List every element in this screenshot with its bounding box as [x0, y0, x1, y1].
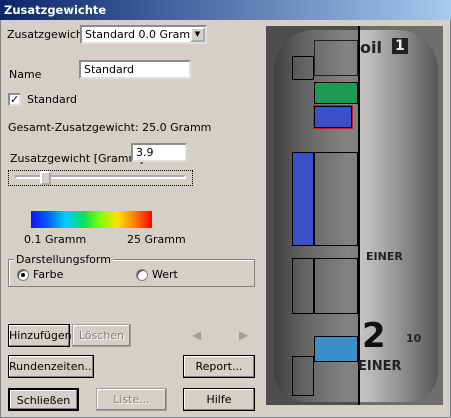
list-button[interactable]: Liste... [96, 388, 167, 411]
livery-text-top: oil [360, 38, 382, 57]
color-scale-min-label: 0.1 Gramm [24, 233, 87, 246]
preset-label: Zusatzgewicht [7, 28, 88, 41]
weight-zone-mid[interactable] [314, 152, 358, 246]
window-title: Zusatzgewichte [0, 0, 451, 20]
name-label: Name [9, 68, 42, 81]
weight-label: Zusatzgewicht [Gramm] [10, 152, 144, 165]
help-button[interactable]: Hilfe [183, 388, 255, 411]
livery-text-bottom: EINER [358, 359, 402, 374]
car-preview: oil 1 EINER 2 10 EINER [266, 26, 443, 405]
next-arrow-icon[interactable]: ▶ [239, 328, 248, 342]
weight-zone-rear[interactable] [314, 258, 358, 314]
weight-zone-blue-left[interactable] [292, 152, 314, 246]
color-scale-max-label: 25 Gramm [127, 233, 186, 246]
report-button[interactable]: Report... [183, 355, 255, 378]
preset-combobox[interactable]: Standard 0.0 Gramm ▼ [80, 25, 207, 44]
chevron-down-icon[interactable]: ▼ [190, 27, 205, 42]
close-button[interactable]: Schließen [8, 388, 79, 411]
add-button[interactable]: Hinzufügen [8, 324, 72, 347]
weight-input[interactable]: 3.9 [131, 143, 187, 162]
lap-times-button[interactable]: Rundenzeiten... [8, 355, 95, 378]
livery-small-number: 10 [406, 332, 422, 345]
radio-value[interactable] [136, 269, 148, 281]
weight-zone-rear-left[interactable] [292, 258, 314, 314]
delete-button[interactable]: Löschen [72, 324, 131, 347]
weight-slider[interactable] [8, 170, 193, 186]
weight-zone-selected[interactable] [313, 105, 353, 129]
display-mode-title: Darstellungsform [14, 253, 113, 266]
weight-zone-front[interactable] [314, 40, 358, 76]
weight-zone-tail-left[interactable] [292, 356, 314, 396]
livery-text-mid: EINER [366, 250, 403, 263]
prev-arrow-icon[interactable]: ◀ [192, 328, 201, 342]
livery-big-number: 2 [362, 316, 386, 356]
standard-checkbox-label: Standard [27, 93, 78, 106]
color-scale-bar [31, 211, 152, 228]
radio-color-label: Farbe [33, 268, 64, 281]
radio-value-label: Wert [152, 268, 178, 281]
preset-value: Standard 0.0 Gramm [85, 28, 201, 41]
car-center-line [358, 26, 360, 405]
name-input[interactable]: Standard [79, 60, 191, 79]
weight-zone-light-blue[interactable] [314, 336, 358, 362]
weight-zone-green[interactable] [314, 82, 358, 104]
standard-checkbox[interactable]: ✓ [8, 93, 21, 106]
weight-zone-front-left[interactable] [292, 56, 314, 80]
radio-color[interactable] [17, 269, 29, 281]
total-weight-text: Gesamt-Zusatzgewicht: 25.0 Gramm [8, 121, 212, 134]
slider-thumb[interactable] [39, 171, 51, 185]
livery-number: 1 [392, 38, 408, 54]
